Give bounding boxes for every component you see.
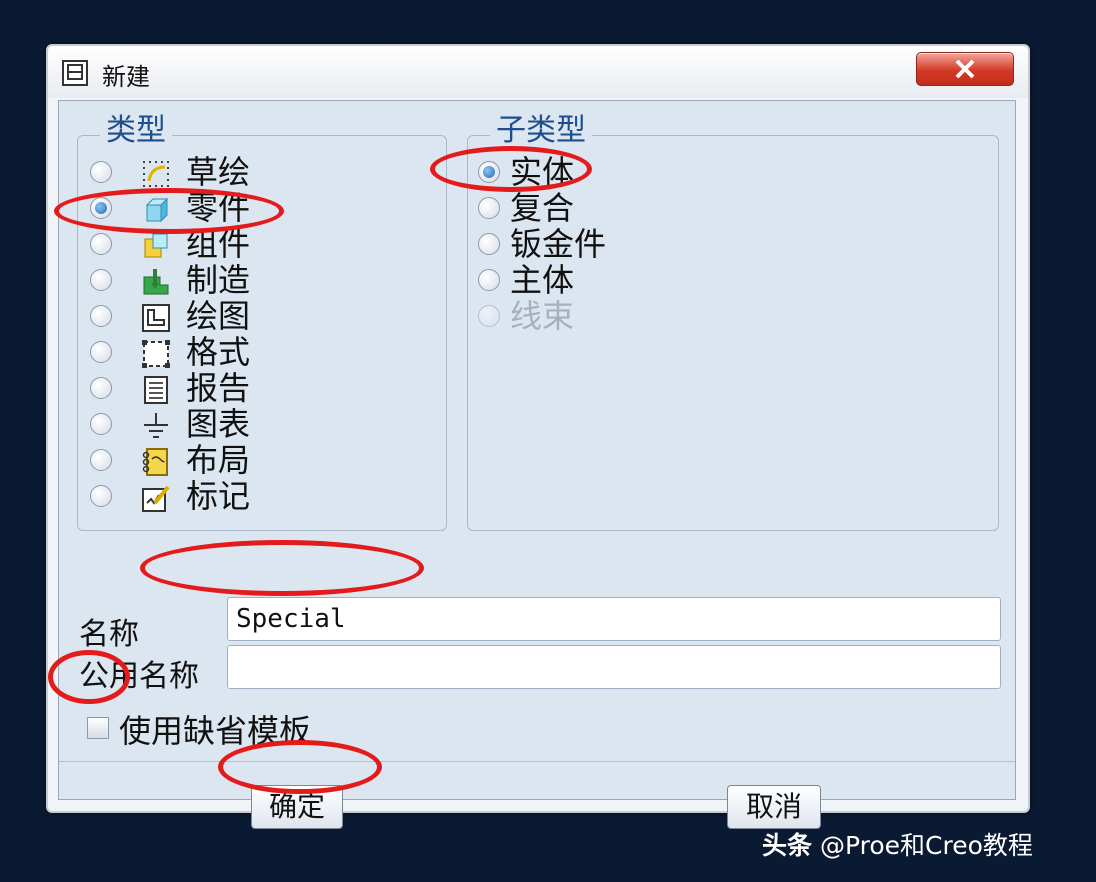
title-bar[interactable]: 新建 bbox=[48, 46, 1028, 98]
option-label: 布局 bbox=[186, 441, 251, 479]
type-option-markup[interactable]: 标记 bbox=[78, 477, 446, 515]
radio-button[interactable] bbox=[478, 269, 500, 291]
markup-icon bbox=[142, 485, 170, 512]
type-option-format[interactable]: 格式 bbox=[78, 333, 446, 371]
default-template-checkbox[interactable] bbox=[87, 717, 109, 739]
type-option-report[interactable]: 报告 bbox=[78, 369, 446, 407]
cancel-button[interactable]: 取消 bbox=[727, 785, 821, 829]
type-option-part[interactable]: 零件 bbox=[78, 189, 446, 227]
option-label: 标记 bbox=[186, 477, 251, 515]
radio-button[interactable] bbox=[90, 377, 112, 399]
radio-button[interactable] bbox=[478, 197, 500, 219]
option-label: 零件 bbox=[186, 189, 251, 227]
option-label: 实体 bbox=[510, 153, 575, 191]
option-label: 报告 bbox=[186, 369, 251, 407]
sketch-icon bbox=[143, 161, 169, 187]
type-option-layout[interactable]: 布局 bbox=[78, 441, 446, 479]
option-label: 复合 bbox=[510, 189, 575, 227]
option-label: 草绘 bbox=[186, 153, 251, 191]
watermark-brand: 头条 bbox=[762, 831, 813, 860]
option-label: 格式 bbox=[186, 333, 251, 371]
subtype-group-legend: 子类型 bbox=[490, 114, 592, 148]
app-icon bbox=[62, 60, 88, 86]
radio-button[interactable] bbox=[90, 449, 112, 471]
dialog-body: 类型 草绘 零件 组件 制造 绘图 格式 报告 图表 布局 标记 子类型 实体 … bbox=[58, 100, 1016, 829]
close-button[interactable] bbox=[916, 52, 1014, 86]
subtype-option-harness: 线束 bbox=[468, 297, 998, 335]
part-icon bbox=[145, 197, 169, 223]
option-label: 主体 bbox=[510, 261, 575, 299]
radio-button[interactable] bbox=[478, 161, 500, 183]
type-option-drawing[interactable]: 绘图 bbox=[78, 297, 446, 335]
subtype-group: 子类型 实体 复合 钣金件 主体 线束 bbox=[467, 114, 999, 531]
watermark: 头条 @Proe和Creo教程 bbox=[762, 826, 1033, 862]
type-group: 类型 草绘 零件 组件 制造 绘图 格式 报告 图表 布局 标记 bbox=[77, 114, 447, 531]
subtype-option-body[interactable]: 主体 bbox=[468, 261, 998, 299]
radio-button[interactable] bbox=[90, 485, 112, 507]
radio-button bbox=[478, 305, 500, 327]
default-template-label[interactable]: 使用缺省模板 bbox=[119, 706, 311, 752]
type-group-legend: 类型 bbox=[100, 114, 172, 148]
radio-button[interactable] bbox=[90, 233, 112, 255]
radio-button[interactable] bbox=[478, 233, 500, 255]
watermark-text: @Proe和Creo教程 bbox=[820, 831, 1033, 860]
radio-button[interactable] bbox=[90, 305, 112, 327]
diagram-icon bbox=[144, 413, 168, 438]
subtype-option-solid[interactable]: 实体 bbox=[468, 153, 998, 191]
radio-button[interactable] bbox=[90, 413, 112, 435]
name-label: 名称 bbox=[79, 617, 139, 652]
radio-button[interactable] bbox=[90, 197, 112, 219]
manufacturing-icon bbox=[143, 269, 169, 295]
radio-button[interactable] bbox=[90, 269, 112, 291]
radio-button[interactable] bbox=[90, 341, 112, 363]
option-label: 绘图 bbox=[186, 297, 251, 335]
subtype-option-composite[interactable]: 复合 bbox=[468, 189, 998, 227]
format-icon bbox=[142, 340, 170, 368]
type-option-sketch[interactable]: 草绘 bbox=[78, 153, 446, 191]
layout-icon bbox=[142, 448, 168, 476]
ok-button[interactable]: 确定 bbox=[251, 785, 343, 829]
report-icon bbox=[144, 376, 168, 404]
type-option-manufacturing[interactable]: 制造 bbox=[78, 261, 446, 299]
type-option-assembly[interactable]: 组件 bbox=[78, 225, 446, 263]
assembly-icon bbox=[144, 233, 168, 258]
subtype-option-sheetmetal[interactable]: 钣金件 bbox=[468, 225, 998, 263]
common-name-label: 公用名称 bbox=[79, 659, 199, 694]
option-label: 钣金件 bbox=[510, 225, 607, 263]
option-label: 图表 bbox=[186, 405, 251, 443]
new-file-dialog: 新建 类型 草绘 零件 组件 制造 绘图 格式 报告 图表 布局 标记 子类型 … bbox=[46, 44, 1030, 829]
drawing-icon bbox=[142, 304, 170, 332]
option-label: 线束 bbox=[510, 297, 575, 335]
radio-button[interactable] bbox=[90, 161, 112, 183]
option-label: 制造 bbox=[186, 261, 251, 299]
name-input[interactable]: Special bbox=[227, 597, 1001, 641]
separator bbox=[59, 761, 1015, 762]
window-title: 新建 bbox=[102, 63, 150, 91]
common-name-input[interactable] bbox=[227, 645, 1001, 689]
close-icon bbox=[955, 59, 975, 79]
option-label: 组件 bbox=[186, 225, 251, 263]
type-option-diagram[interactable]: 图表 bbox=[78, 405, 446, 443]
